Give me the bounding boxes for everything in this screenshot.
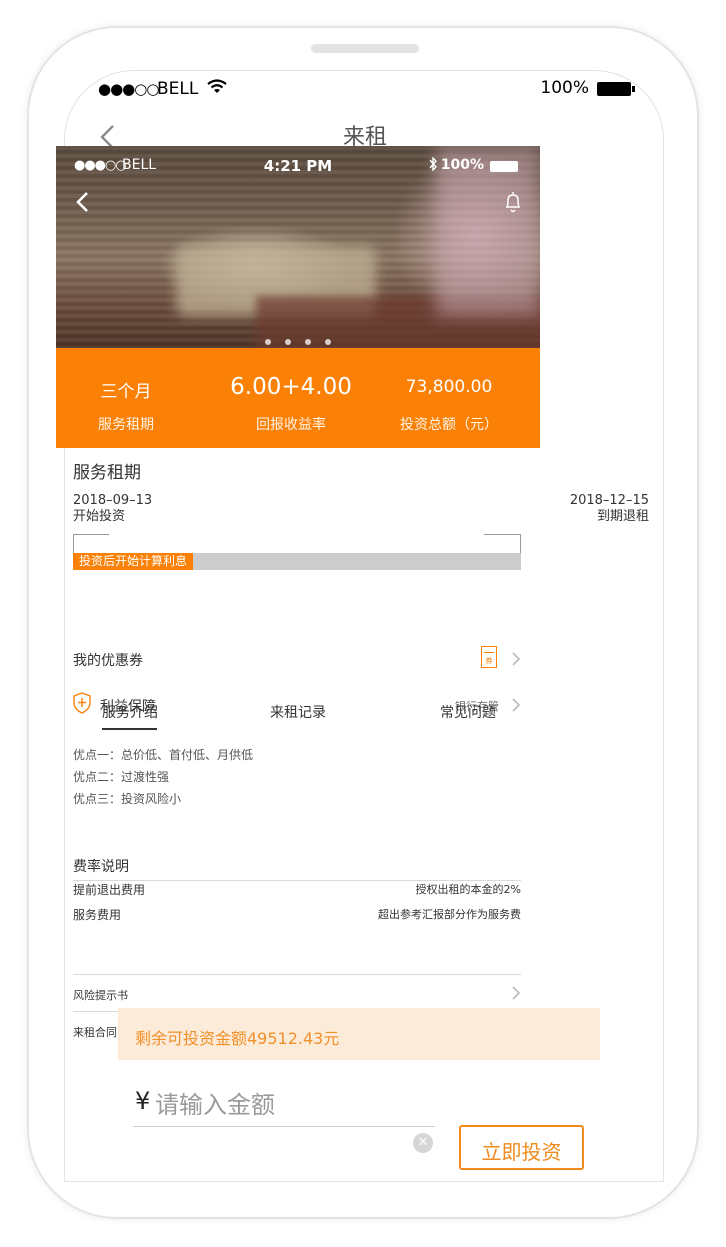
bluetooth-icon [428,156,438,175]
end-label: 到期退租 [596,509,649,524]
stat-total-value: 73,800.00 [405,377,493,397]
hero-image: ●●●○○ BELL 4:21 PM 100% [56,146,540,348]
end-tick [484,534,521,553]
start-date: 2018–09–13 [73,493,153,508]
clear-input-icon[interactable]: ✕ [413,1133,433,1153]
chevron-right-icon [511,651,521,671]
term-title: 服务租期 [73,463,141,483]
stat-total-label: 投资总额（元） [400,417,498,433]
remaining-amount-text: 剩余可投资金额49512.43元 [135,1029,340,1048]
remaining-amount-banner: 剩余可投资金额49512.43元 [118,1008,600,1060]
stat-rate: 6.00+4.00 回报收益率 [216,348,366,448]
hero-battery-icon [490,161,518,172]
risk-notice-link[interactable]: 风险提示书 [73,975,521,1011]
fee-key: 提前退出费用 [73,883,146,897]
fee-value: 超出参考汇报部分作为服务费 [378,908,521,921]
coupon-icon: 券 [481,646,497,668]
hero-status-bar: ●●●○○ BELL 4:21 PM 100% [56,146,540,186]
stats-band: 三个月 服务租期 6.00+4.00 回报收益率 73,800.00 投资总额（… [56,348,540,448]
carousel-dot[interactable] [325,339,331,345]
advantage-item: 优点一：总价低、首付低、月供低 [73,748,254,762]
battery-percent: 100% [540,78,589,98]
fee-key: 服务费用 [73,908,122,922]
currency-symbol: ¥ [135,1087,151,1115]
coupon-label: 我的优惠券 [73,653,143,669]
start-label: 开始投资 [73,509,126,524]
wifi-icon [207,79,227,99]
bell-icon[interactable] [504,190,522,218]
speaker-grille [311,44,419,53]
stat-term-value: 三个月 [100,382,152,402]
tab-rental-records[interactable]: 来租记录 [270,702,326,722]
carrier-label: BELL [157,79,199,99]
tab-faq[interactable]: 常见问题 [440,702,496,722]
chevron-right-icon [511,985,521,1005]
advantage-item: 优点三：投资风险小 [73,792,182,806]
stat-total: 73,800.00 投资总额（元） [381,348,517,448]
end-date-block: 2018–12–15 到期退租 [570,493,649,525]
coupon-row[interactable]: 我的优惠券 券 [73,644,521,674]
fee-title: 费率说明 [73,859,129,875]
stat-rate-label: 回报收益率 [256,417,326,433]
amount-input[interactable]: ¥ 请输入金额 [133,1083,435,1127]
advantages-list: 优点一：总价低、首付低、月供低 优点二：过渡性强 优点三：投资风险小 [73,744,253,810]
carousel-dot[interactable] [305,339,311,345]
carousel-dot[interactable] [285,339,291,345]
stat-rate-value: 6.00+4.00 [230,374,352,400]
signal-icon: ●●●○○ [98,80,159,98]
start-tick [73,534,109,553]
start-date-block: 2018–09–13 开始投资 [73,493,152,525]
tab-service-intro[interactable]: 服务介绍 [102,702,158,722]
stat-term: 三个月 服务租期 [56,348,196,448]
hero-back-icon[interactable] [74,190,90,218]
risk-notice-label: 风险提示书 [73,989,128,1002]
battery-icon [597,82,635,96]
rental-contract-label: 来租合同 [73,1026,117,1039]
carousel-dot[interactable] [265,339,271,345]
fee-value: 授权出租的本金的2% [415,883,521,896]
status-bar: ●●●○○ BELL 100% [65,71,663,105]
hero-battery-percent: 100% [440,157,484,173]
term-progress-label: 投资后开始计算利息 [73,553,194,570]
stat-term-label: 服务租期 [98,417,154,433]
carousel-dots [56,330,540,348]
advantage-item: 优点二：过渡性强 [73,770,170,784]
tab-bar: 服务介绍 来租记录 常见问题 [73,696,521,736]
invest-now-label: 立即投资 [481,1140,562,1164]
active-tab-indicator [102,728,157,730]
amount-placeholder: 请输入金额 [155,1091,275,1119]
end-date: 2018–12–15 [569,493,649,508]
invest-now-button[interactable]: 立即投资 [459,1125,584,1170]
